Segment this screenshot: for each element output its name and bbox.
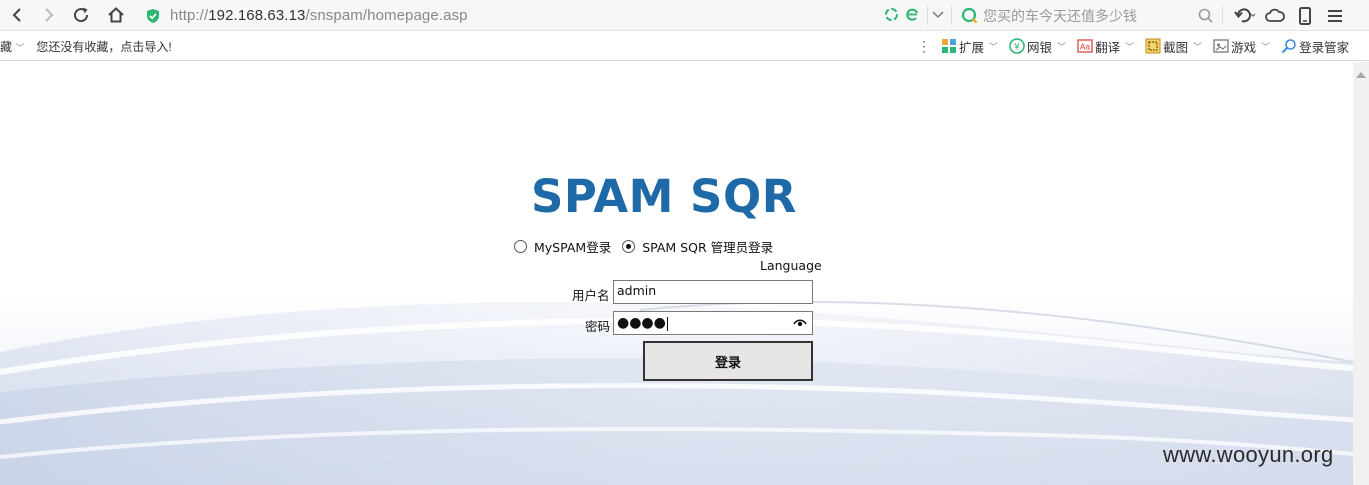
address-field[interactable]: http://192.168.63.13/snspam/homepage.asp	[140, 3, 930, 28]
radio-admin-label[interactable]: SPAM SQR 管理员登录	[642, 237, 773, 256]
login-button[interactable]: 登录	[643, 341, 813, 381]
language-link[interactable]: Language	[760, 258, 822, 273]
ie-compat-icon[interactable]	[905, 7, 920, 22]
username-label: 用户名	[572, 288, 610, 303]
radio-myspam[interactable]	[514, 240, 527, 253]
undo-icon[interactable]	[1230, 3, 1260, 28]
menu-icon[interactable]	[1320, 3, 1350, 28]
bookmarks-bar: 藏 ﹀ 您还没有收藏，点击导入! ⋮ 扩展 ﹀ ¥ 网银 ﹀ Aa 翻译 ﹀ 截图 ﹀ …	[0, 31, 1369, 61]
home-icon[interactable]	[103, 3, 129, 27]
extension-button[interactable]: 扩展 ﹀	[941, 37, 998, 56]
search-placeholder: 您买的车今天还值多少钱	[983, 7, 1137, 24]
page-viewport: SPAM SQR MySPAM登录 SPAM SQR 管理员登录 Languag…	[0, 62, 1353, 485]
search-engine-icon	[961, 7, 978, 23]
cloud-icon[interactable]	[1260, 3, 1290, 28]
bookmarks-tools: ⋮ 扩展 ﹀ ¥ 网银 ﹀ Aa 翻译 ﹀ 截图 ﹀ 游戏 ﹀ 登录管家	[917, 36, 1360, 56]
username-value: admin	[617, 283, 657, 298]
vertical-scrollbar[interactable]	[1353, 62, 1369, 485]
password-value: ●●●●	[617, 315, 666, 331]
password-input[interactable]: ●●●●	[613, 311, 813, 335]
phone-icon[interactable]	[1290, 3, 1320, 28]
forward-arrow-icon[interactable]	[36, 3, 62, 27]
show-password-icon[interactable]	[793, 318, 807, 328]
bank-button[interactable]: ¥ 网银 ﹀	[1009, 37, 1066, 56]
favorites-menu[interactable]: 藏 ﹀	[0, 38, 24, 55]
browser-address-bar: http://192.168.63.13/snspam/homepage.asp…	[0, 0, 1369, 31]
username-input[interactable]: admin	[613, 280, 813, 304]
background-swoosh	[0, 62, 1353, 485]
extension-icon	[942, 39, 956, 53]
bank-icon: ¥	[1009, 38, 1025, 54]
radio-myspam-label[interactable]: MySPAM登录	[534, 237, 611, 256]
more-icon[interactable]: ⋮	[917, 38, 931, 55]
app-logo: SPAM SQR	[531, 170, 797, 223]
chevron-down-icon[interactable]	[929, 3, 947, 27]
translate-button[interactable]: Aa 翻译 ﹀	[1077, 37, 1134, 56]
svg-text:Aa: Aa	[1080, 43, 1090, 52]
radio-admin[interactable]	[622, 240, 636, 253]
shield-icon	[147, 8, 159, 23]
game-icon	[1213, 39, 1229, 53]
login-manager-icon	[1281, 39, 1296, 54]
search-icon[interactable]	[1197, 7, 1215, 25]
reload-icon[interactable]	[68, 3, 94, 27]
login-manager-button[interactable]: 登录管家	[1281, 37, 1349, 56]
bookmarks-empty-hint[interactable]: 您还没有收藏，点击导入!	[36, 38, 171, 55]
scroll-up-arrow-icon[interactable]	[1356, 72, 1366, 78]
back-arrow-icon[interactable]	[4, 3, 30, 27]
search-field[interactable]: 您买的车今天还值多少钱	[955, 3, 1220, 28]
screenshot-button[interactable]: 截图 ﹀	[1145, 37, 1202, 56]
watermark: www.wooyun.org	[1163, 442, 1334, 467]
toolbar-right	[1230, 3, 1350, 28]
game-button[interactable]: 游戏 ﹀	[1213, 37, 1270, 56]
password-label: 密码	[585, 319, 611, 334]
recycle-icon[interactable]	[884, 7, 899, 22]
bookmarks-left: 藏 ﹀ 您还没有收藏，点击导入!	[0, 38, 172, 55]
screenshot-icon	[1145, 38, 1161, 54]
svg-text:¥: ¥	[1014, 43, 1020, 53]
url-action-icons	[884, 7, 920, 22]
login-mode-selector: MySPAM登录 SPAM SQR 管理员登录	[514, 237, 784, 256]
translate-icon: Aa	[1077, 39, 1093, 53]
url-text: http://192.168.63.13/snspam/homepage.asp	[170, 7, 468, 24]
